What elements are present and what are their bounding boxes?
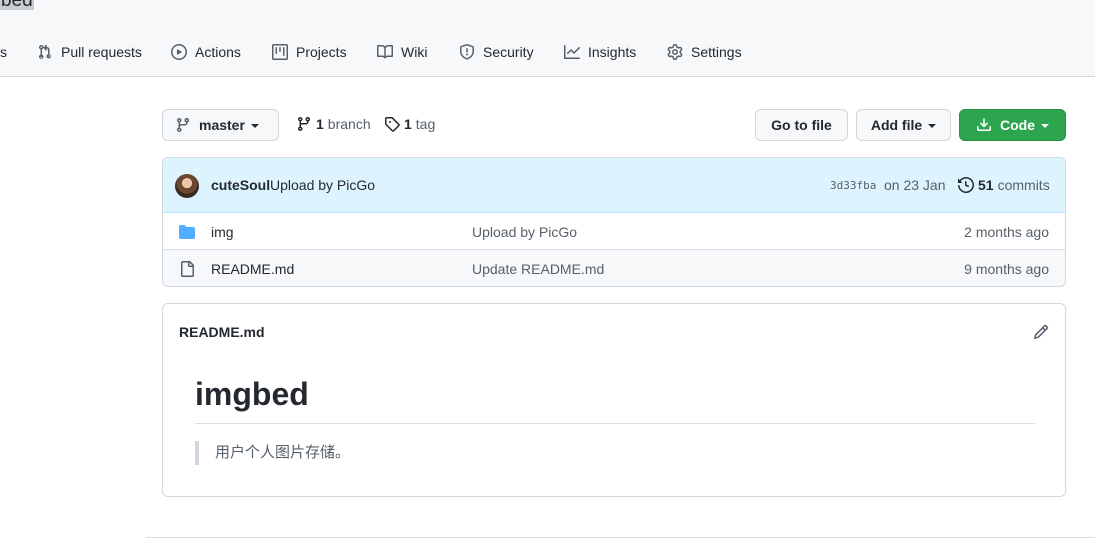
- tab-projects[interactable]: Projects: [272, 40, 347, 64]
- latest-commit-bar: cuteSoul Upload by PicGo 3d33fba on 23 J…: [163, 158, 1065, 213]
- tab-wiki-label: Wiki: [401, 44, 428, 60]
- readme-filename[interactable]: README.md: [179, 324, 265, 340]
- branch-name: master: [199, 117, 245, 133]
- book-icon: [377, 44, 393, 59]
- add-file-button[interactable]: Add file: [856, 109, 951, 141]
- page-divider: [146, 537, 1095, 538]
- tab-insights-label: Insights: [588, 44, 637, 60]
- readme-panel: README.md imgbed 用户个人图片存储。: [162, 303, 1066, 497]
- readme-blockquote: 用户个人图片存储。: [195, 441, 350, 465]
- tab-actions[interactable]: Actions: [171, 40, 241, 64]
- tag-label: tag: [415, 116, 436, 132]
- graph-icon: [564, 45, 580, 59]
- tab-pull-requests-label: Pull requests: [61, 44, 142, 60]
- file-name[interactable]: img: [211, 224, 234, 240]
- file-commit-message[interactable]: Update README.md: [472, 261, 604, 277]
- tag-icon: [385, 117, 400, 132]
- go-to-file-label: Go to file: [771, 117, 832, 133]
- commit-count-label: commits: [997, 177, 1050, 193]
- tab-settings-label: Settings: [691, 44, 742, 60]
- tab-settings[interactable]: Settings: [667, 40, 742, 64]
- tab-partial[interactable]: s: [0, 40, 7, 64]
- file-commit-message[interactable]: Upload by PicGo: [472, 224, 577, 240]
- commits-history-link[interactable]: 51 commits: [958, 177, 1050, 193]
- repo-header: bed s Pull requests Actions Projects Wik…: [0, 0, 1095, 77]
- branch-label: branch: [327, 116, 371, 132]
- commit-sha[interactable]: 3d33fba: [830, 179, 876, 192]
- tab-security-label: Security: [483, 44, 534, 60]
- tab-partial-label: s: [0, 44, 7, 60]
- branch-count: 1: [316, 116, 324, 132]
- project-board-icon: [272, 44, 288, 60]
- readme-heading: imgbed: [195, 376, 309, 412]
- branches-link[interactable]: 1 branch: [296, 116, 371, 132]
- gear-icon: [667, 44, 683, 60]
- git-branch-icon: [297, 117, 310, 132]
- avatar[interactable]: [175, 174, 199, 198]
- pull-request-icon: [39, 44, 51, 59]
- file-row[interactable]: README.md Update README.md 9 months ago: [163, 250, 1065, 286]
- tags-link[interactable]: 1 tag: [384, 116, 435, 132]
- file-icon: [181, 261, 194, 277]
- tab-actions-label: Actions: [195, 44, 241, 60]
- commit-message[interactable]: Upload by PicGo: [270, 177, 375, 193]
- commit-date: on 23 Jan: [884, 177, 946, 193]
- download-icon: [977, 118, 991, 131]
- folder-icon: [179, 225, 195, 239]
- tag-count: 1: [404, 116, 412, 132]
- go-to-file-button[interactable]: Go to file: [755, 109, 848, 141]
- chevron-down-icon: [250, 124, 259, 128]
- heading-divider: [195, 423, 1035, 424]
- code-button[interactable]: Code: [959, 109, 1066, 141]
- pencil-icon[interactable]: [1033, 324, 1049, 340]
- play-circle-icon: [171, 44, 187, 60]
- tab-insights[interactable]: Insights: [564, 40, 636, 64]
- file-age: 9 months ago: [964, 261, 1049, 277]
- code-label: Code: [1000, 117, 1035, 133]
- chevron-down-icon: [928, 124, 937, 128]
- shield-icon: [460, 44, 474, 60]
- tab-pull-requests[interactable]: Pull requests: [37, 40, 142, 64]
- file-age: 2 months ago: [964, 224, 1049, 240]
- file-browser: cuteSoul Upload by PicGo 3d33fba on 23 J…: [162, 157, 1066, 287]
- tab-wiki[interactable]: Wiki: [377, 40, 427, 64]
- file-row[interactable]: img Upload by PicGo 2 months ago: [163, 213, 1065, 250]
- tab-security[interactable]: Security: [459, 40, 534, 64]
- git-branch-icon: [176, 118, 189, 133]
- repo-name[interactable]: bed: [0, 0, 34, 10]
- file-name[interactable]: README.md: [211, 261, 294, 277]
- commit-author[interactable]: cuteSoul: [211, 177, 270, 193]
- tab-projects-label: Projects: [296, 44, 347, 60]
- history-icon: [958, 177, 974, 193]
- branch-select-button[interactable]: master: [162, 109, 279, 141]
- commit-count: 51: [978, 177, 994, 193]
- chevron-down-icon: [1041, 124, 1049, 128]
- add-file-label: Add file: [870, 117, 923, 133]
